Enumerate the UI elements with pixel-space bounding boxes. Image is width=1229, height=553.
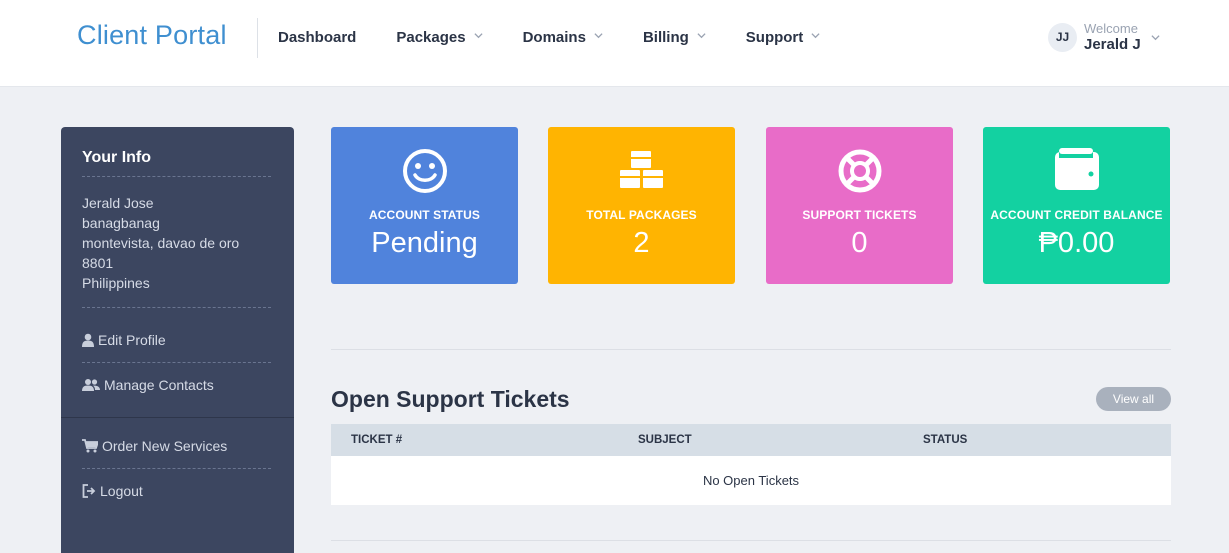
brand-logo[interactable]: Client Portal	[77, 20, 227, 51]
col-ticket-number[interactable]: TICKET #	[351, 434, 402, 446]
support-tickets-tile[interactable]: SUPPORT TICKETS 0	[766, 127, 953, 284]
chevron-down-icon	[594, 33, 603, 39]
manage-contacts-label: Manage Contacts	[104, 377, 214, 393]
empty-tickets-row: No Open Tickets	[331, 456, 1171, 505]
nav-packages-label: Packages	[396, 29, 466, 46]
logout-icon	[82, 484, 96, 498]
divider	[82, 362, 271, 363]
info-city: montevista, davao de oro	[82, 235, 240, 251]
divider	[82, 468, 271, 469]
order-services-label: Order New Services	[102, 438, 228, 454]
address-block: Jerald Jose banagbanag montevista, davao…	[82, 193, 239, 293]
nav-packages[interactable]: Packages	[396, 29, 483, 46]
tile-label: ACCOUNT CREDIT BALANCE	[990, 208, 1163, 222]
tile-label: ACCOUNT STATUS	[369, 208, 480, 222]
life-ring-icon	[838, 149, 881, 193]
nav-dashboard-label: Dashboard	[278, 29, 357, 46]
nav-support[interactable]: Support	[746, 29, 821, 46]
cart-icon	[82, 439, 98, 453]
user-name: Jerald J	[1084, 36, 1141, 53]
tile-value: 2	[633, 227, 650, 259]
chevron-down-icon	[697, 33, 706, 39]
boxes-icon	[619, 151, 663, 188]
account-status-tile[interactable]: ACCOUNT STATUS Pending	[331, 127, 518, 284]
total-packages-tile[interactable]: TOTAL PACKAGES 2	[548, 127, 735, 284]
top-navbar: Client Portal Dashboard Packages Domains…	[0, 0, 1229, 87]
users-icon	[82, 379, 100, 391]
credit-balance-tile[interactable]: ACCOUNT CREDIT BALANCE ₱0.00	[983, 127, 1170, 284]
user-text: Welcome Jerald J	[1084, 22, 1141, 52]
edit-profile-label: Edit Profile	[98, 332, 166, 348]
chevron-down-icon	[811, 33, 820, 39]
wallet-icon	[1054, 148, 1099, 190]
col-status[interactable]: STATUS	[923, 434, 967, 446]
nav-billing[interactable]: Billing	[643, 29, 706, 46]
sidebar-title: Your Info	[82, 149, 152, 166]
sidebar: Your Info Jerald Jose banagbanag montevi…	[61, 127, 294, 553]
col-subject[interactable]: SUBJECT	[638, 434, 692, 446]
tickets-section-title: Open Support Tickets	[331, 386, 570, 412]
view-all-button[interactable]: View all	[1096, 387, 1171, 411]
tile-label: SUPPORT TICKETS	[802, 208, 917, 222]
tile-value: ₱0.00	[1038, 227, 1115, 259]
welcome-label: Welcome	[1084, 21, 1138, 36]
nav-support-label: Support	[745, 29, 804, 46]
section-divider	[331, 349, 1171, 350]
info-country: Philippines	[82, 275, 150, 291]
nav-dashboard[interactable]: Dashboard	[278, 29, 356, 46]
section-divider	[331, 540, 1171, 541]
order-services-link[interactable]: Order New Services	[82, 438, 227, 454]
divider	[82, 176, 271, 177]
user-menu[interactable]: JJ Welcome Jerald J	[1048, 22, 1160, 52]
brand-divider	[257, 18, 258, 58]
info-name: Jerald Jose	[82, 195, 154, 211]
info-postcode: 8801	[82, 255, 114, 271]
nav-domains-label: Domains	[522, 29, 586, 46]
chevron-down-icon	[1151, 34, 1160, 40]
nav-domains[interactable]: Domains	[523, 29, 603, 46]
tickets-table-header: TICKET # SUBJECT STATUS	[331, 424, 1171, 456]
info-street: banagbanag	[82, 215, 160, 231]
logout-link[interactable]: Logout	[82, 483, 143, 499]
chevron-down-icon	[474, 33, 483, 39]
tile-value: Pending	[371, 227, 478, 259]
tile-value: 0	[851, 227, 868, 259]
smile-icon	[402, 149, 447, 193]
nav-billing-label: Billing	[642, 29, 689, 46]
edit-profile-link[interactable]: Edit Profile	[82, 332, 166, 348]
user-icon	[82, 333, 94, 347]
manage-contacts-link[interactable]: Manage Contacts	[82, 377, 214, 393]
divider	[82, 307, 271, 308]
logout-label: Logout	[100, 483, 143, 499]
main-nav: Dashboard Packages Domains Billing Suppo…	[278, 29, 860, 46]
sidebar-separator	[61, 417, 294, 418]
avatar: JJ	[1048, 22, 1077, 52]
tile-label: TOTAL PACKAGES	[586, 208, 697, 222]
